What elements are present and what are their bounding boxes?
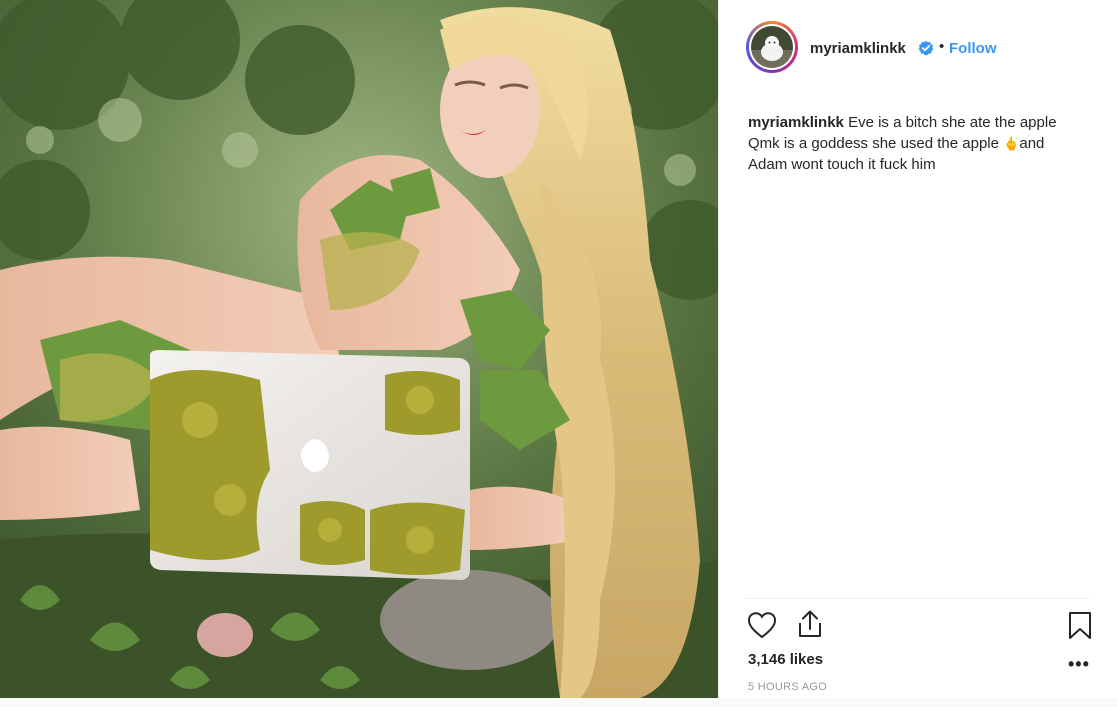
avatar-frame xyxy=(749,24,795,70)
post-sidebar: myriamklinkk • Follow myriamklinkk Eve i… xyxy=(718,0,1117,698)
follow-button[interactable]: Follow xyxy=(949,40,997,57)
post-photo-illustration xyxy=(0,0,718,698)
username[interactable]: myriamklinkk xyxy=(810,40,906,57)
post-caption: myriamklinkk Eve is a bitch she ate the … xyxy=(748,112,1098,175)
caption-line-2b: and xyxy=(1019,135,1045,152)
actions-divider xyxy=(746,598,1089,599)
avatar[interactable] xyxy=(746,21,798,73)
share-icon[interactable] xyxy=(796,609,824,644)
caption-line-2: Qmk is a goddess she used the apple xyxy=(748,135,999,152)
more-options-icon[interactable]: ••• xyxy=(1068,654,1090,675)
bottom-strip xyxy=(0,698,1117,707)
avatar-image xyxy=(751,26,793,68)
post-photo[interactable] xyxy=(0,0,718,698)
heart-icon[interactable] xyxy=(747,611,777,644)
bookmark-icon[interactable] xyxy=(1068,611,1092,646)
verified-badge-icon xyxy=(918,40,934,56)
post-timestamp[interactable]: 5 HOURS AGO xyxy=(748,681,827,693)
sidebar-divider xyxy=(718,0,719,698)
header-separator: • xyxy=(939,38,945,55)
likes-count[interactable]: 3,146 likes xyxy=(748,651,823,668)
caption-emoji: 🖕 xyxy=(1003,136,1020,151)
caption-line-3: Adam wont touch it fuck him xyxy=(748,156,936,173)
caption-line-1: Eve is a bitch she ate the apple xyxy=(848,114,1057,131)
caption-username[interactable]: myriamklinkk xyxy=(748,114,844,131)
post-header: myriamklinkk • Follow xyxy=(718,0,1117,98)
